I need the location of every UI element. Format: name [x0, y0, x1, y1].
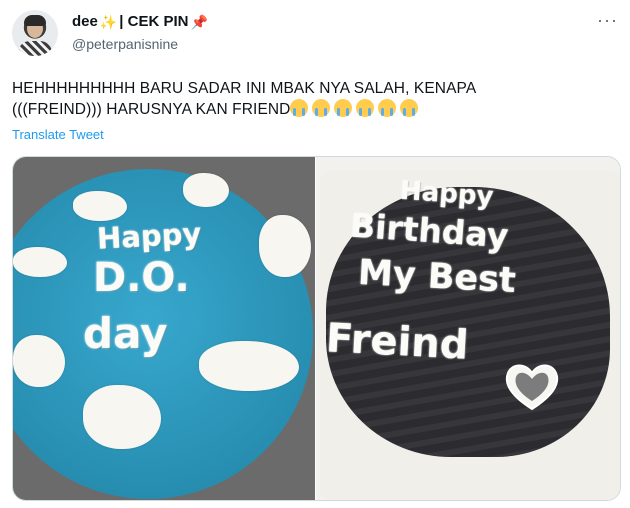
- photo-blue-cake[interactable]: Happy D.O. day: [13, 157, 315, 500]
- icing-text-do: D.O.: [93, 255, 190, 301]
- loudly-crying-face-icon: [312, 99, 331, 117]
- avatar-hair: [24, 15, 46, 26]
- icing-cloud: [13, 335, 65, 387]
- icing-cloud: [259, 215, 311, 277]
- display-name-suffix[interactable]: | CEK PIN: [119, 12, 188, 32]
- icing-cloud: [183, 173, 229, 207]
- icing-cloud: [73, 191, 127, 221]
- loudly-crying-face-icon: [356, 99, 375, 117]
- crying-emoji-row: [290, 99, 422, 120]
- avatar-shirt: [18, 41, 52, 56]
- icing-text-happy: Happy: [96, 216, 203, 256]
- loudly-crying-face-icon: [378, 99, 397, 117]
- icing-text-happy: Happy: [399, 175, 495, 213]
- icing-text-day: day: [83, 309, 168, 358]
- more-options-icon[interactable]: ···: [597, 10, 618, 31]
- icing-heart-icon: [505, 364, 559, 411]
- loudly-crying-face-icon: [334, 99, 353, 117]
- photo-dark-cake[interactable]: Happy Birthday My Best Freind: [316, 157, 620, 500]
- user-handle[interactable]: @peterpanisnine: [72, 34, 208, 54]
- tweet-text: HEHHHHHHHHH BARU SADAR INI MBAK NYA SALA…: [12, 78, 612, 120]
- icing-cloud: [199, 341, 299, 391]
- icing-cloud: [13, 247, 67, 277]
- display-name[interactable]: dee: [72, 12, 98, 32]
- sparkles-icon: ✨: [99, 14, 118, 30]
- loudly-crying-face-icon: [400, 99, 419, 117]
- tweet-text-line2: (((FREIND))) HARUSNYA KAN FRIEND: [12, 101, 291, 118]
- avatar[interactable]: [12, 10, 58, 56]
- display-name-row[interactable]: dee ✨ | CEK PIN 📌: [72, 12, 208, 32]
- tweet-text-line1: HEHHHHHHHHH BARU SADAR INI MBAK NYA SALA…: [12, 80, 477, 97]
- icing-text-freind: Freind: [324, 315, 470, 369]
- tweet-header: dee ✨ | CEK PIN 📌 @peterpanisnine: [72, 12, 208, 54]
- icing-text-my-best: My Best: [357, 252, 517, 302]
- tweet-media: Happy D.O. day Happy Birthday My Best Fr…: [12, 156, 621, 501]
- pushpin-icon: 📌: [190, 14, 208, 30]
- icing-cloud: [83, 385, 161, 449]
- loudly-crying-face-icon: [290, 99, 309, 117]
- translate-tweet-link[interactable]: Translate Tweet: [12, 127, 104, 142]
